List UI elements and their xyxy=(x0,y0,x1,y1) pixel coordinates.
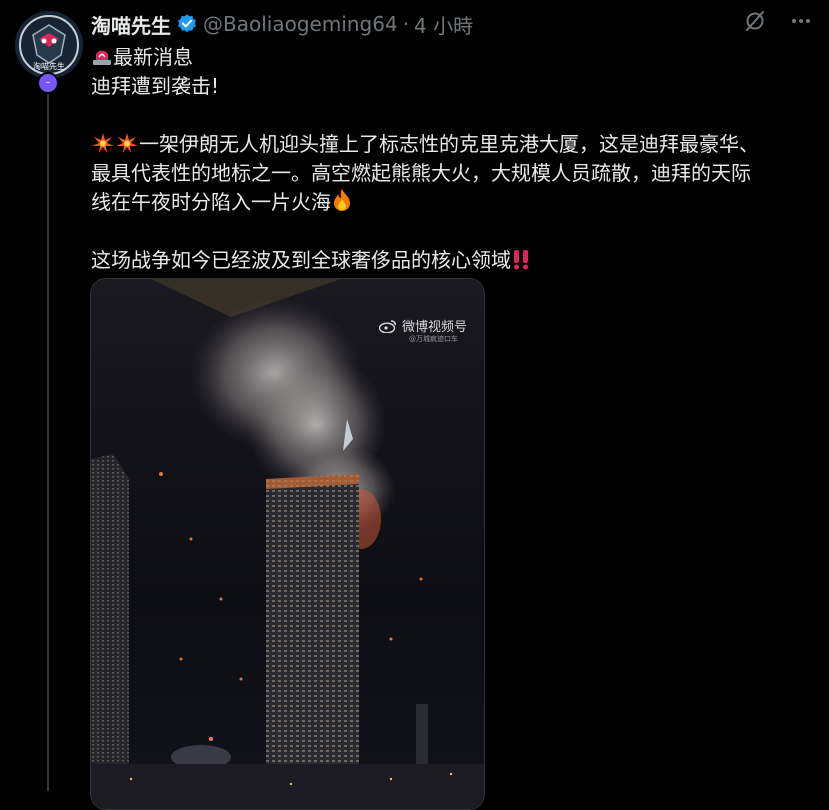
closing-text: 这场战争如今已经波及到全球奢侈品的核心领域 xyxy=(91,248,511,272)
double-exclamation-emoji-icon xyxy=(514,250,528,270)
avatar[interactable]: 淘喵先生 xyxy=(15,11,83,79)
siren-emoji-icon xyxy=(93,50,111,65)
headline-line: 迪拜遭到袭击! xyxy=(91,74,220,98)
post-text: 最新消息 迪拜遭到袭击! 一架伊朗无人机迎头撞上了标志性的克里克港大厦，这是迪拜… xyxy=(91,43,811,275)
grok-icon[interactable] xyxy=(743,9,767,33)
post-header: 淘喵先生 @Baoliaogeming64 · 4 小時 xyxy=(91,9,813,39)
fire-emoji-icon xyxy=(334,189,350,211)
watermark-sub: @万城疯迹口车 xyxy=(409,335,458,343)
more-icon[interactable] xyxy=(789,9,813,33)
closing-line: 这场战争如今已经波及到全球奢侈品的核心领域 xyxy=(91,246,811,275)
video-frame xyxy=(91,279,484,809)
body-text-1: 一架伊朗无人机迎头撞上了标志性的克里克港大厦，这是迪拜最豪华、 xyxy=(139,132,759,156)
post-time[interactable]: 4 小時 xyxy=(414,10,473,39)
collision-emoji-icon xyxy=(92,133,114,153)
display-name[interactable]: 淘喵先生 xyxy=(91,10,171,39)
header-actions xyxy=(743,9,813,33)
user-handle[interactable]: @Baoliaogeming64 xyxy=(203,12,398,36)
weibo-icon xyxy=(379,319,397,333)
video-media[interactable]: 微博视频号 @万城疯迹口车 xyxy=(90,278,485,810)
body-line-2: 最具代表性的地标之一。高空燃起熊熊大火，大规模人员疏散，迪拜的天际 xyxy=(91,161,751,185)
collision-emoji-icon xyxy=(116,133,138,153)
verified-badge-icon xyxy=(178,14,196,33)
avatar-text: 淘喵先生 xyxy=(33,61,65,71)
body-text-3: 线在午夜时分陷入一片火海 xyxy=(91,190,331,214)
body-line-3: 线在午夜时分陷入一片火海 xyxy=(91,188,811,217)
separator-dot: · xyxy=(402,12,410,36)
watermark: 微博视频号 xyxy=(379,316,467,335)
thread-line xyxy=(47,86,49,791)
avatar-status-badge: – xyxy=(37,72,59,94)
watermark-text: 微博视频号 xyxy=(402,320,468,335)
heading-text: 最新消息 xyxy=(113,45,193,69)
heading-line: 最新消息 xyxy=(91,43,811,72)
body-line-1: 一架伊朗无人机迎头撞上了标志性的克里克港大厦，这是迪拜最豪华、 xyxy=(91,130,811,159)
